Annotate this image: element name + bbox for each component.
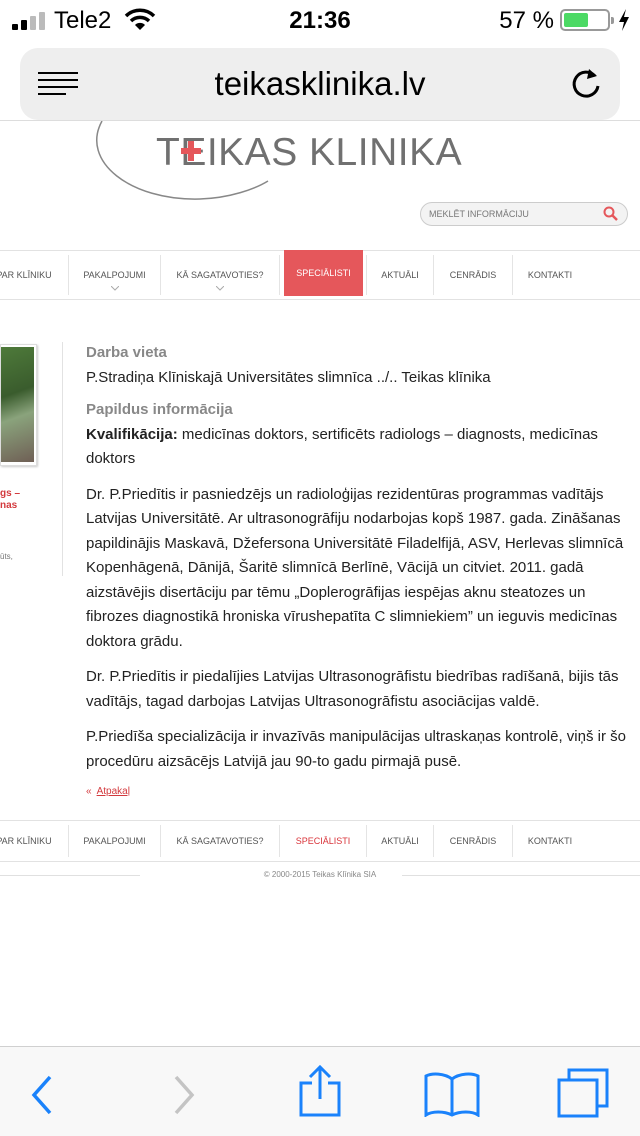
- chevron-down-icon: [216, 286, 224, 291]
- bio-paragraph-3: P.Priedīša specializācija ir invazīvās m…: [86, 728, 626, 770]
- status-bar: Tele2 21:36 57 %: [0, 0, 640, 40]
- nav-label: SPECIĀLISTI: [296, 268, 351, 278]
- site-logo[interactable]: TEIKAS KLINIKA: [156, 131, 462, 175]
- reload-icon[interactable]: [568, 66, 604, 102]
- nav-label: KONTAKTI: [527, 836, 573, 846]
- tabs-icon[interactable]: [556, 1067, 610, 1119]
- url-text[interactable]: teikasklinika.lv: [20, 65, 620, 103]
- nav-item-ka-sagatavoties[interactable]: KĀ SAGATAVOTIES?: [161, 251, 279, 299]
- footer-nav-specialisti[interactable]: SPECIĀLISTI: [280, 821, 366, 861]
- nav-label: PAR KLĪNIKU: [0, 270, 52, 280]
- workplace-heading: Darba vieta: [86, 344, 167, 361]
- nav-label: CENRĀDIS: [449, 836, 497, 846]
- battery-icon: [560, 9, 614, 31]
- back-link[interactable]: « Atpakaļ: [86, 786, 130, 797]
- site-header: TEIKAS KLINIKA: [0, 120, 640, 250]
- specialist-photo: [0, 344, 37, 466]
- search-icon[interactable]: [603, 206, 619, 222]
- info-heading: Papildus informācija: [86, 401, 233, 418]
- charging-bolt-icon: [619, 9, 629, 31]
- forward-icon[interactable]: [170, 1075, 198, 1115]
- specialist-name[interactable]: gs – nas: [0, 488, 30, 512]
- battery-percentage: 57 %: [499, 7, 554, 34]
- qualification-label: Kvalifikācija:: [86, 425, 178, 443]
- bio-paragraph-1: Dr. P.Priedītis ir pasniedzējs un radiol…: [86, 485, 624, 650]
- footer-nav-aktuali[interactable]: AKTUĀLI: [367, 821, 433, 861]
- nav-item-specialisti[interactable]: SPECIĀLISTI: [284, 250, 363, 296]
- workplace-text: P.Stradiņa Klīniskajā Universitātes slim…: [86, 368, 491, 386]
- red-cross-icon: [181, 141, 201, 161]
- column-divider: [62, 342, 63, 576]
- nav-label: CENRĀDIS: [449, 270, 497, 280]
- main-navigation: PAR KLĪNIKU PAKALPOJUMI KĀ SAGATAVOTIES?…: [0, 250, 640, 300]
- back-arrow-icon: «: [86, 786, 92, 797]
- footer-navigation: PAR KLĪNIKU PAKALPOJUMI KĀ SAGATAVOTIES?…: [0, 820, 640, 862]
- bio-paragraph-2: Dr. P.Priedītis ir piedalījies Latvijas …: [86, 668, 619, 710]
- browser-toolbar: [0, 1046, 640, 1136]
- nav-item-cenradis[interactable]: CENRĀDIS: [434, 251, 512, 299]
- footer-nav-cenradis[interactable]: CENRĀDIS: [434, 821, 512, 861]
- nav-item-pakalpojumi[interactable]: PAKALPOJUMI: [69, 251, 160, 299]
- nav-label: PAKALPOJUMI: [83, 836, 146, 846]
- specialist-details: Darba vieta P.Stradiņa Klīniskajā Univer…: [86, 341, 626, 774]
- address-bar[interactable]: teikasklinika.lv: [20, 48, 620, 120]
- nav-item-par-kliniku[interactable]: PAR KLĪNIKU: [0, 251, 68, 299]
- chevron-down-icon: [110, 286, 119, 291]
- share-icon[interactable]: [298, 1065, 342, 1117]
- nav-item-kontakti[interactable]: KONTAKTI: [513, 251, 587, 299]
- nav-label: SPECIĀLISTI: [295, 836, 351, 846]
- copyright: © 2000-2015 Teikas Klīnika SIA: [263, 870, 377, 879]
- footer-nav-ka-sagatavoties[interactable]: KĀ SAGATAVOTIES?: [161, 821, 279, 861]
- specialist-title: ūts,: [0, 552, 13, 561]
- nav-item-aktuali[interactable]: AKTUĀLI: [367, 251, 433, 299]
- footer-nav-pakalpojumi[interactable]: PAKALPOJUMI: [69, 821, 160, 861]
- nav-label: KĀ SAGATAVOTIES?: [176, 836, 264, 846]
- nav-label: AKTUĀLI: [381, 270, 419, 280]
- bookmarks-icon[interactable]: [424, 1071, 480, 1117]
- nav-label: AKTUĀLI: [381, 836, 419, 846]
- footer-nav-kontakti[interactable]: KONTAKTI: [513, 821, 587, 861]
- nav-label: KONTAKTI: [527, 270, 573, 280]
- nav-label: PAKALPOJUMI: [83, 270, 146, 280]
- footer-nav-par-kliniku[interactable]: PAR KLĪNIKU: [0, 821, 68, 861]
- nav-label: KĀ SAGATAVOTIES?: [176, 270, 264, 280]
- search-input[interactable]: [429, 206, 599, 222]
- qualification-text: Kvalifikācija: medicīnas doktors, sertif…: [86, 423, 626, 472]
- nav-label: PAR KLĪNIKU: [0, 836, 52, 846]
- back-icon[interactable]: [28, 1075, 56, 1115]
- back-link-label: Atpakaļ: [96, 786, 130, 797]
- search-box[interactable]: [420, 202, 628, 226]
